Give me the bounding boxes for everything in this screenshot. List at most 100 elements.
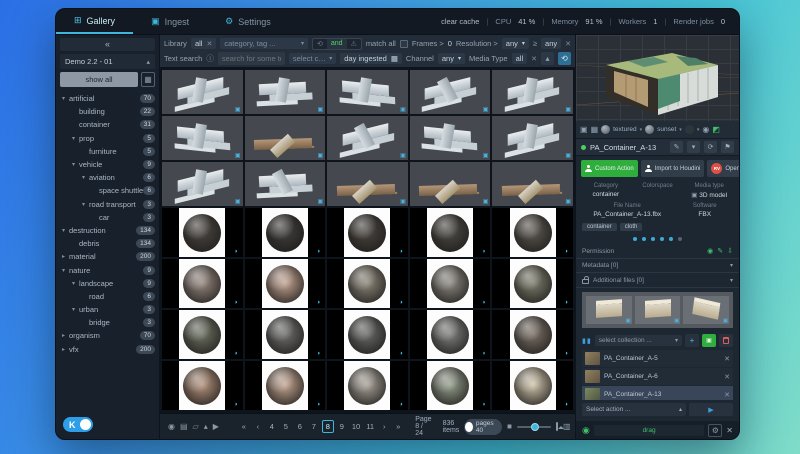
asset-thumbnail-3d[interactable]: ▣ xyxy=(244,162,326,206)
channel-select[interactable]: any ▾ xyxy=(437,53,465,64)
expand-icon[interactable]: ▾ xyxy=(82,174,89,181)
info-icon[interactable]: ⓘ xyxy=(206,53,214,64)
asset-thumbnail-material[interactable]: ◑ xyxy=(409,208,491,257)
chevron-down-icon[interactable]: ▾ xyxy=(640,127,643,133)
asset-thumbnail-material[interactable]: ◑ xyxy=(327,361,408,410)
match-mode-toggle[interactable]: ⟲ and ⚠ xyxy=(311,37,362,50)
library-filter-chip[interactable]: all ✕ xyxy=(190,38,217,49)
page-button[interactable]: 9 xyxy=(336,421,348,432)
tree-item-container[interactable]: container 31 xyxy=(60,118,155,131)
layout-icon[interactable]: ▥ xyxy=(563,422,571,431)
current-page-button[interactable]: 8 xyxy=(321,420,334,433)
warning-icon[interactable]: ⚠ xyxy=(347,39,361,49)
tree-item-destruction[interactable]: ▾ destruction 134 xyxy=(60,224,155,237)
next-page-button[interactable]: › xyxy=(378,421,390,432)
tree-item-debris[interactable]: debris 134 xyxy=(60,237,155,250)
tree-item-building[interactable]: building 22 xyxy=(60,105,155,118)
calendar-icon[interactable]: ▦ xyxy=(391,54,398,63)
tag-chip[interactable]: cloth xyxy=(619,223,643,231)
asset-thumbnail-3d[interactable]: ▣ xyxy=(327,116,408,160)
tree-item-bridge[interactable]: bridge 3 xyxy=(60,316,155,329)
chevron-up-icon[interactable]: ▴ xyxy=(679,406,682,413)
export-icon[interactable]: ▤ xyxy=(180,422,188,431)
collection-select[interactable]: select collection ...▾ xyxy=(594,335,682,346)
thumbnail-size-slider[interactable] xyxy=(517,422,552,431)
asset-thumbnail-material[interactable]: ◑ xyxy=(409,259,491,308)
tree-item-urban[interactable]: ▾ urban 3 xyxy=(60,303,155,316)
chevron-down-icon[interactable]: ▾ xyxy=(730,262,733,269)
asset-thumbnail-3d[interactable]: ▣ xyxy=(492,116,573,160)
edit-icon[interactable]: ✎ xyxy=(717,247,723,255)
expand-icon[interactable]: ▾ xyxy=(72,161,79,168)
asset-thumbnail-material[interactable]: ◑ xyxy=(492,208,573,257)
slider-track[interactable] xyxy=(517,422,552,431)
chevron-down-icon[interactable]: ▾ xyxy=(301,40,304,47)
match-all-checkbox[interactable] xyxy=(399,39,408,48)
image-icon[interactable] xyxy=(556,422,565,431)
asset-thumbnail-material[interactable]: ◑ xyxy=(409,310,491,359)
category-tag-input[interactable]: category, tag ... ▾ xyxy=(220,38,308,49)
asset-thumbnail-3d[interactable]: ▣ xyxy=(162,70,243,114)
frames-value[interactable]: 0 xyxy=(448,39,452,48)
remove-icon[interactable]: ✕ xyxy=(724,391,730,399)
delete-collection-button[interactable] xyxy=(719,334,733,347)
prev-page-button[interactable]: ‹ xyxy=(252,421,264,432)
chevron-down-icon[interactable]: ▾ xyxy=(687,141,700,153)
record-icon[interactable]: ◩ xyxy=(712,125,720,134)
related-thumbnail[interactable]: ▣ xyxy=(634,296,681,324)
media-type-select[interactable]: all xyxy=(511,53,528,64)
tree-item-vfx[interactable]: ▸ vfx 200 xyxy=(60,343,155,356)
play-icon[interactable]: ▶ xyxy=(213,422,219,431)
asset-thumbnail-material[interactable]: ◑ xyxy=(409,361,491,410)
tree-item-organism[interactable]: ▸ organism 70 xyxy=(60,329,155,342)
show-all-button[interactable]: show all xyxy=(60,72,138,87)
chevron-up-icon[interactable]: ▴ xyxy=(204,422,208,431)
expand-icon[interactable]: ▾ xyxy=(72,280,79,287)
plugin-status-icon[interactable]: ◉ xyxy=(582,425,590,436)
tree-item-furniture[interactable]: furniture 5 xyxy=(60,145,155,158)
expand-icon[interactable]: ▾ xyxy=(72,306,79,313)
asset-thumbnail-material[interactable]: ◑ xyxy=(244,208,326,257)
page-dot[interactable] xyxy=(669,237,673,241)
page-dot[interactable] xyxy=(651,237,655,241)
expand-icon[interactable]: ▾ xyxy=(62,267,69,274)
and-option[interactable]: and xyxy=(326,38,347,49)
tree-item-artificial[interactable]: ▾ artificial 70 xyxy=(60,92,155,105)
asset-thumbnail-material[interactable]: ◑ xyxy=(162,361,243,410)
chevron-down-icon[interactable]: ▾ xyxy=(679,127,682,133)
asset-thumbnail-material[interactable]: ◑ xyxy=(492,259,573,308)
import-houdini-button[interactable]: Import to Houdini xyxy=(640,160,705,177)
asset-thumbnail-3d[interactable]: ▣ xyxy=(162,116,243,160)
page-button[interactable]: 5 xyxy=(280,421,292,432)
collection-item-selected[interactable]: PA_Container_A-13 ✕ xyxy=(582,386,733,400)
asset-thumbnail-material[interactable]: ◑ xyxy=(162,310,243,359)
asset-thumbnail-material[interactable]: ◑ xyxy=(162,208,243,257)
expand-icon[interactable]: ▾ xyxy=(62,95,69,102)
asset-thumbnail-material[interactable]: ◑ xyxy=(327,259,408,308)
asset-thumbnail-material[interactable]: ◑ xyxy=(244,361,326,410)
asset-thumbnail-material[interactable]: ◑ xyxy=(162,259,243,308)
slider-handle[interactable] xyxy=(530,422,539,431)
asset-thumbnail-3d[interactable]: ▣ xyxy=(244,116,326,160)
tab-ingest[interactable]: ▣ Ingest xyxy=(133,9,207,34)
expand-icon[interactable]: ▾ xyxy=(82,201,89,208)
expand-icon[interactable]: ▾ xyxy=(62,227,69,234)
collapse-filters-button[interactable]: ▴ xyxy=(541,52,554,65)
reset-filters-button[interactable]: ⟲ xyxy=(558,52,571,65)
tree-item-material[interactable]: ▸ material 200 xyxy=(60,250,155,263)
project-selector[interactable]: Demo 2.2 - 01 ▴ xyxy=(60,54,155,69)
save-collection-button[interactable]: ▣ xyxy=(702,334,716,347)
select-action-dropdown[interactable]: Select action ... ▴ xyxy=(582,403,686,416)
tree-item-road[interactable]: road 6 xyxy=(60,290,155,303)
zoom-out-icon[interactable]: ◼ xyxy=(507,423,512,430)
related-thumbnail[interactable]: ▣ xyxy=(683,296,730,324)
app-logo-toggle[interactable]: K xyxy=(63,417,93,432)
resolution-select[interactable]: any ▾ xyxy=(501,38,529,49)
collection-select[interactable]: select collection ...▾ xyxy=(288,53,337,64)
chevron-down-icon[interactable]: ▾ xyxy=(697,127,700,133)
related-thumbnail[interactable]: ▣ xyxy=(586,296,632,324)
day-ingested-filter[interactable]: day ingested ▦ xyxy=(340,53,402,64)
edit-button[interactable]: ✎ xyxy=(670,141,683,153)
collection-item[interactable]: PA_Container_A-5 ✕ xyxy=(582,350,733,367)
asset-thumbnail-3d[interactable]: ▣ xyxy=(409,70,491,114)
